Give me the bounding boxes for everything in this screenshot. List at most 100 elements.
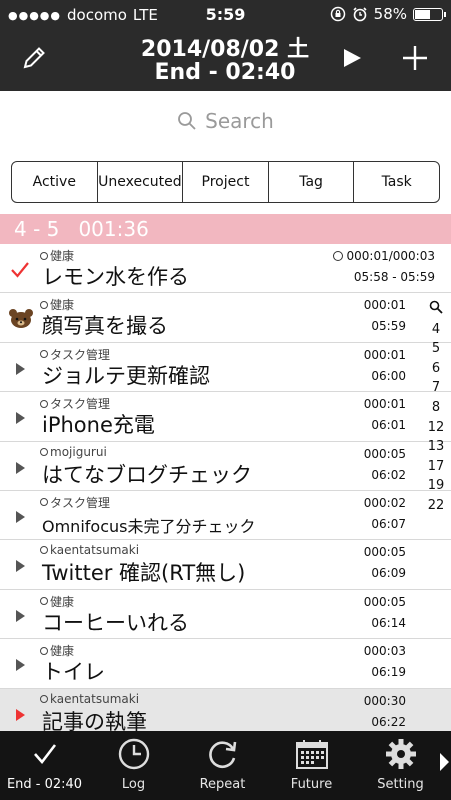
- index-item[interactable]: 6: [432, 359, 440, 379]
- status-right: 58%: [330, 5, 446, 23]
- plus-icon: [403, 46, 427, 70]
- index-search-icon[interactable]: [429, 300, 443, 320]
- task-time: 06:07: [371, 516, 406, 531]
- alarm-icon: [353, 7, 367, 22]
- task-title: コーヒーいれる: [42, 610, 189, 635]
- play-icon: [344, 49, 361, 67]
- index-item[interactable]: 4: [432, 320, 440, 340]
- top-bar: ●●●●● docomo LTE 5:59 58% 2014/08/02 土 E…: [0, 0, 451, 91]
- pencil-icon: [23, 47, 45, 69]
- task-row[interactable]: タスク管理 ジョルテ更新確認 000:01 06:00: [0, 342, 451, 393]
- section-header: 4 - 5 001:36: [0, 214, 451, 244]
- play-triangle-icon[interactable]: [10, 556, 30, 576]
- play-button[interactable]: [332, 40, 372, 76]
- task-title: トイレ: [42, 660, 105, 685]
- tab-label: Repeat: [199, 777, 246, 792]
- task-title: 顔写真を撮る: [42, 314, 168, 339]
- category-label: タスク管理: [50, 495, 111, 510]
- running-triangle-icon[interactable]: [10, 705, 30, 725]
- category-label: kaentatsumaki: [50, 691, 140, 706]
- tab-label: Future: [290, 777, 333, 792]
- play-triangle-icon[interactable]: [10, 507, 30, 527]
- task-title: Twitter 確認(RT無し): [42, 561, 246, 586]
- index-item[interactable]: 5: [432, 339, 440, 359]
- task-title: ジョルテ更新確認: [42, 363, 210, 388]
- task-duration: 000:02: [363, 495, 406, 510]
- play-triangle-icon[interactable]: [10, 606, 30, 626]
- index-item[interactable]: 17: [428, 457, 445, 477]
- tag-ring-icon: [40, 498, 48, 507]
- task-time: 05:59: [371, 319, 406, 334]
- duration-label: 000:01/000:03: [346, 249, 435, 263]
- play-triangle-icon[interactable]: [10, 359, 30, 379]
- task-title: Omnifocus未完了分チェック: [42, 516, 256, 536]
- task-row[interactable]: タスク管理 Omnifocus未完了分チェック 000:02 06:07: [0, 490, 451, 541]
- checkmark-icon[interactable]: [10, 260, 30, 280]
- task-row[interactable]: mojigurui はてなブログチェック 000:05 06:02: [0, 441, 451, 491]
- repeat-icon: [206, 731, 240, 777]
- task-row[interactable]: kaentatsumaki Twitter 確認(RT無し) 000:05 06…: [0, 540, 451, 590]
- task-row[interactable]: 健康 トイレ 000:03 06:19: [0, 639, 451, 689]
- segment-tag[interactable]: Tag: [269, 162, 355, 202]
- more-tabs-arrow-icon[interactable]: [440, 753, 449, 771]
- task-duration: 000:01: [363, 347, 406, 362]
- tag-ring-icon: [40, 399, 48, 408]
- task-list: 健康 レモン水を作る 000:01/000:03 05:58 - 05:59 健…: [0, 244, 451, 738]
- index-item[interactable]: 13: [428, 437, 445, 457]
- tab-future[interactable]: Future: [267, 731, 356, 800]
- status-bar: ●●●●● docomo LTE 5:59 58%: [0, 0, 451, 30]
- task-row[interactable]: 健康 コーヒーいれる 000:05 06:14: [0, 589, 451, 640]
- task-category: タスク管理: [40, 494, 110, 511]
- task-duration: 000:01: [363, 397, 406, 412]
- task-row[interactable]: 健康 顔写真を撮る 000:01 05:59: [0, 293, 451, 343]
- add-button[interactable]: [395, 40, 435, 76]
- section-index[interactable]: 4 5 6 7 8 12 13 17 19 22: [421, 300, 451, 516]
- clock-icon: [117, 731, 151, 777]
- task-duration: 000:03: [363, 644, 406, 659]
- segment-unexecuted[interactable]: Unexecuted: [98, 162, 184, 202]
- task-duration: 000:01/000:03: [332, 249, 435, 263]
- tag-ring-icon: [40, 694, 48, 703]
- tab-label: Log: [121, 777, 146, 792]
- task-time: 06:00: [371, 368, 406, 383]
- play-triangle-icon[interactable]: [10, 458, 30, 478]
- tag-ring-icon: [40, 350, 48, 359]
- task-category: kaentatsumaki: [40, 543, 139, 557]
- filter-segmented-control: Active Unexecuted Project Tag Task: [11, 161, 440, 203]
- task-duration: 000:05: [363, 594, 406, 609]
- task-duration: 000:30: [363, 693, 406, 708]
- header-end-time: End - 02:40: [154, 60, 296, 85]
- tab-setting[interactable]: Setting: [356, 731, 445, 800]
- task-time: 06:19: [371, 665, 406, 680]
- task-time: 06:22: [371, 714, 406, 729]
- gear-icon: [385, 731, 417, 777]
- tab-bar: End - 02:40 Log Repeat Future Setting: [0, 731, 451, 800]
- tab-log[interactable]: Log: [89, 731, 178, 800]
- segment-task[interactable]: Task: [354, 162, 439, 202]
- tab-repeat[interactable]: Repeat: [178, 731, 267, 800]
- edit-button[interactable]: [14, 40, 54, 76]
- search-bar[interactable]: Search: [0, 91, 451, 151]
- bear-icon[interactable]: [8, 307, 34, 329]
- index-item[interactable]: 7: [432, 378, 440, 398]
- task-time: 05:58 - 05:59: [353, 270, 435, 284]
- task-duration: 000:05: [363, 545, 406, 560]
- task-row[interactable]: タスク管理 iPhone充電 000:01 06:01: [0, 392, 451, 442]
- task-time: 06:01: [371, 418, 406, 433]
- segment-project[interactable]: Project: [183, 162, 269, 202]
- segment-active[interactable]: Active: [12, 162, 98, 202]
- index-item[interactable]: 8: [432, 398, 440, 418]
- index-item[interactable]: 19: [428, 476, 445, 496]
- tab-end[interactable]: End - 02:40: [0, 731, 89, 800]
- task-time: 06:14: [371, 615, 406, 630]
- calendar-icon: [295, 731, 329, 777]
- play-triangle-icon[interactable]: [10, 655, 30, 675]
- task-title: レモン水を作る: [42, 265, 189, 289]
- index-item[interactable]: 22: [428, 496, 445, 516]
- index-item[interactable]: 12: [428, 418, 445, 438]
- task-row[interactable]: 健康 レモン水を作る 000:01/000:03 05:58 - 05:59: [0, 244, 451, 294]
- category-label: mojigurui: [50, 444, 107, 459]
- task-title: はてなブログチェック: [42, 462, 252, 487]
- play-triangle-icon[interactable]: [10, 408, 30, 428]
- rotation-lock-icon: [330, 6, 345, 22]
